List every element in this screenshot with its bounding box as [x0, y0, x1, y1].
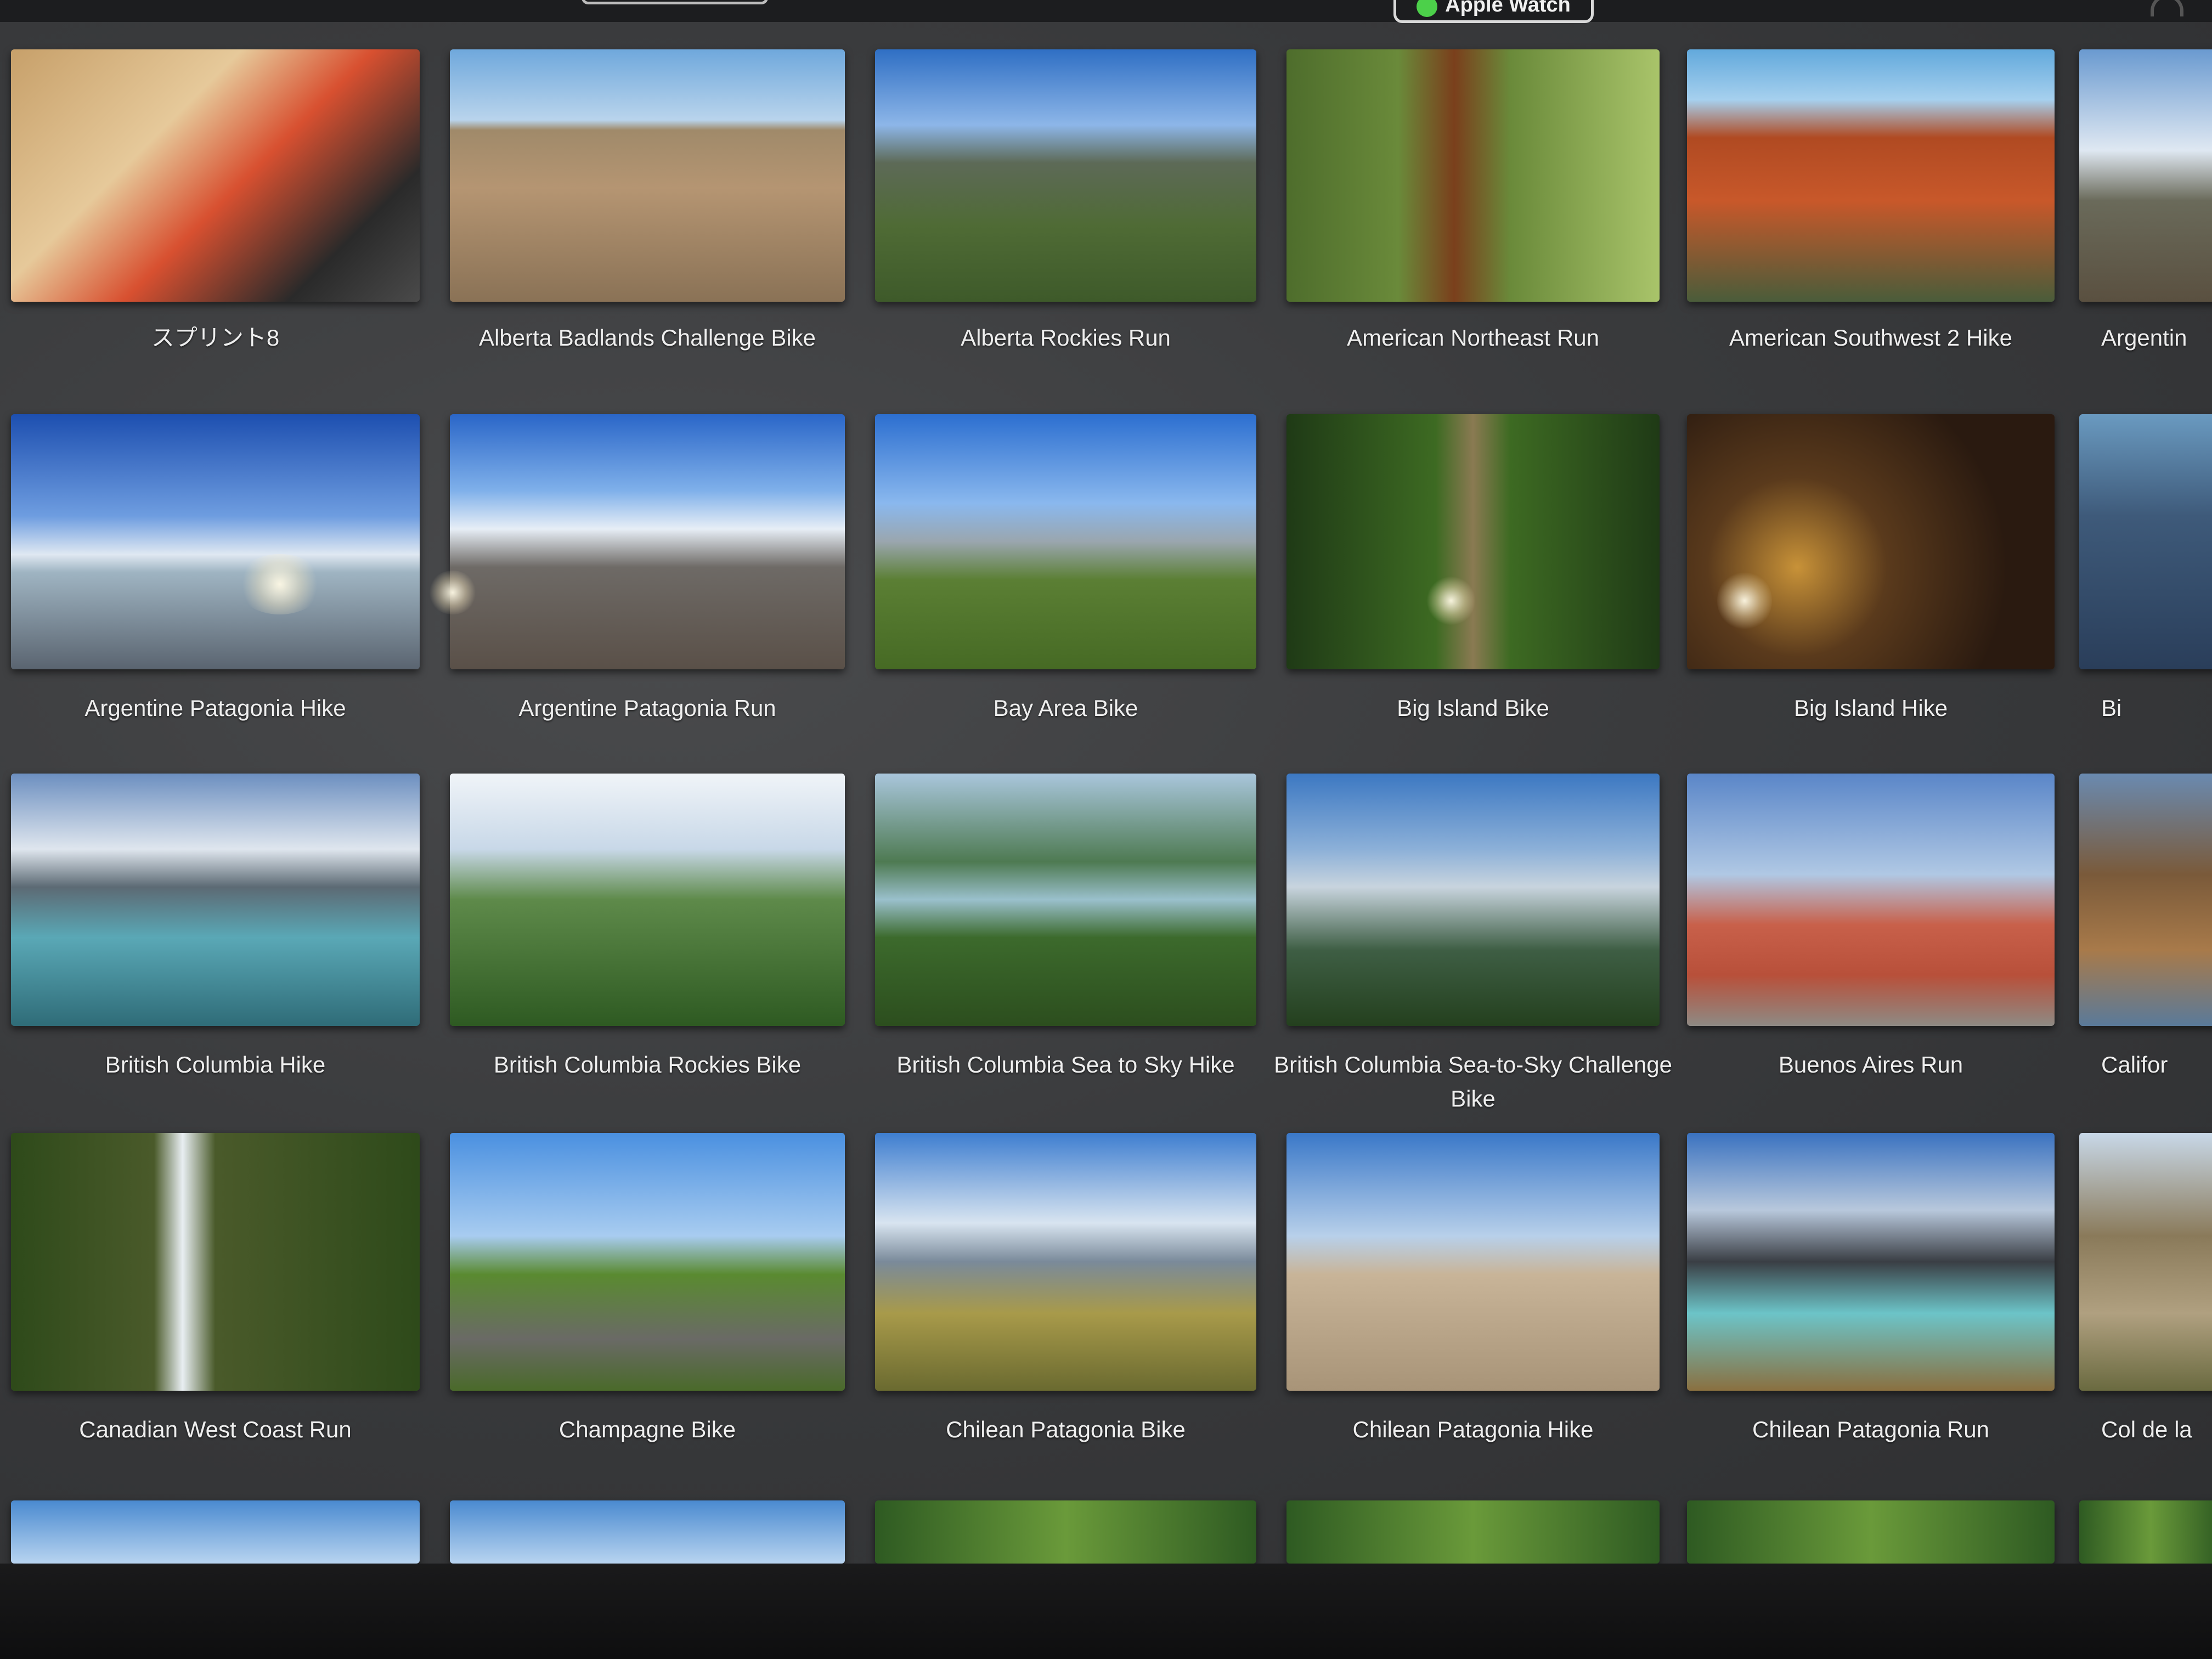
workout-title: Chilean Patagonia Run: [1752, 1417, 1989, 1442]
workout-thumbnail[interactable]: [1286, 1133, 1660, 1391]
workout-thumbnail[interactable]: [875, 774, 1256, 1026]
workout-tile[interactable]: Chilean Patagonia Bike: [875, 1133, 1256, 1489]
workout-tile[interactable]: British Columbia Hike: [11, 774, 420, 1125]
workout-thumbnail[interactable]: [2079, 49, 2212, 302]
workout-thumbnail[interactable]: [1286, 774, 1660, 1026]
workout-title: Alberta Badlands Challenge Bike: [478, 325, 816, 351]
workout-tile[interactable]: Buenos Aires Run: [1687, 774, 2055, 1125]
workout-thumbnail[interactable]: [875, 49, 1256, 302]
workout-title: Buenos Aires Run: [1778, 1052, 1963, 1077]
workout-tile[interactable]: British Columbia Rockies Bike: [450, 774, 845, 1125]
workout-title: British Columbia Sea-to-Sky Challenge Bi…: [1274, 1052, 1672, 1111]
workout-title: Califor: [2101, 1052, 2168, 1077]
workout-thumbnail-partial[interactable]: [11, 1500, 420, 1564]
workout-thumbnail-partial[interactable]: [1286, 1500, 1660, 1564]
workout-tile[interactable]: Alberta Badlands Challenge Bike: [450, 49, 845, 400]
workout-title: British Columbia Rockies Bike: [493, 1052, 802, 1077]
workout-thumbnail[interactable]: [11, 49, 420, 302]
workout-thumbnail[interactable]: [1286, 414, 1660, 669]
workout-title: Bi: [2101, 695, 2122, 721]
workout-thumbnail[interactable]: [11, 1133, 420, 1391]
workout-title: スプリント8: [151, 325, 280, 351]
workout-title: Chilean Patagonia Bike: [946, 1417, 1186, 1442]
workout-thumbnail-partial[interactable]: [875, 1500, 1256, 1564]
workout-thumbnail[interactable]: [1687, 774, 2055, 1026]
workout-tile[interactable]: Canadian West Coast Run: [11, 1133, 420, 1489]
workout-thumbnail[interactable]: [2079, 774, 2212, 1026]
workout-tile[interactable]: Chilean Patagonia Run: [1687, 1133, 2055, 1489]
workout-tile[interactable]: Col de la: [2079, 1133, 2212, 1489]
screen-glare: [1426, 576, 1476, 625]
screen-glare: [236, 554, 324, 614]
workout-title: Col de la: [2101, 1417, 2192, 1442]
workout-title: Alberta Rockies Run: [961, 325, 1171, 351]
workout-thumbnail[interactable]: [450, 774, 845, 1026]
workout-title: Chilean Patagonia Hike: [1352, 1417, 1594, 1442]
workout-tile[interactable]: Califor: [2079, 774, 2212, 1125]
workout-title: Argentine Patagonia Hike: [84, 695, 346, 721]
workout-thumbnail[interactable]: [1687, 49, 2055, 302]
workout-title: Big Island Hike: [1793, 695, 1948, 721]
screen-glare: [1717, 571, 1772, 631]
workout-thumbnail[interactable]: [1286, 49, 1660, 302]
workout-title: British Columbia Hike: [105, 1052, 326, 1077]
screen-bezel: [0, 1564, 2212, 1659]
workout-thumbnail-partial[interactable]: [1687, 1500, 2055, 1564]
workout-tile[interactable]: Argentine Patagonia Hike: [11, 414, 420, 768]
workout-title: Champagne Bike: [558, 1417, 736, 1442]
workout-tile[interactable]: Champagne Bike: [450, 1133, 845, 1489]
workout-grid: スプリント8 Alberta Badlands Challenge Bike Alb…: [0, 0, 2212, 1564]
workout-tile[interactable]: Bay Area Bike: [875, 414, 1256, 768]
workout-tile[interactable]: American Northeast Run: [1286, 49, 1660, 400]
workout-tile[interactable]: Bi: [2079, 414, 2212, 768]
workout-thumbnail[interactable]: [450, 49, 845, 302]
workout-title: Big Island Bike: [1397, 695, 1549, 721]
workout-tile[interactable]: American Southwest 2 Hike: [1687, 49, 2055, 400]
workout-thumbnail[interactable]: [2079, 1133, 2212, 1391]
workout-title: Bay Area Bike: [993, 695, 1138, 721]
workout-thumbnail[interactable]: [11, 414, 420, 669]
workout-title: Canadian West Coast Run: [79, 1417, 352, 1442]
workout-tile[interactable]: Argentine Patagonia Run: [450, 414, 845, 768]
workout-tile[interactable]: British Columbia Sea-to-Sky Challenge Bi…: [1274, 774, 1672, 1125]
workout-thumbnail[interactable]: [2079, 414, 2212, 669]
workout-tile[interactable]: Alberta Rockies Run: [875, 49, 1256, 400]
workout-thumbnail[interactable]: [875, 1133, 1256, 1391]
workout-thumbnail[interactable]: [1687, 1133, 2055, 1391]
screen-glare: [428, 571, 477, 614]
workout-thumbnail[interactable]: [11, 774, 420, 1026]
workout-thumbnail[interactable]: [1687, 414, 2055, 669]
workout-thumbnail[interactable]: [875, 414, 1256, 669]
workout-title: Argentin: [2101, 325, 2187, 351]
workout-title: British Columbia Sea to Sky Hike: [896, 1052, 1235, 1077]
workout-thumbnail-partial[interactable]: [450, 1500, 845, 1564]
workout-thumbnail-partial[interactable]: [2079, 1500, 2212, 1564]
workout-tile[interactable]: スプリント8: [11, 49, 420, 400]
workout-title: American Northeast Run: [1347, 325, 1599, 351]
app-screen: Apple Watch スプリント8 Alberta Badlands Chall…: [0, 0, 2212, 1564]
workout-tile[interactable]: British Columbia Sea to Sky Hike: [875, 774, 1256, 1125]
workout-title: Argentine Patagonia Run: [518, 695, 776, 721]
workout-tile[interactable]: Argentin: [2079, 49, 2212, 400]
workout-thumbnail[interactable]: [450, 414, 845, 669]
workout-tile[interactable]: Chilean Patagonia Hike: [1286, 1133, 1660, 1489]
workout-thumbnail[interactable]: [450, 1133, 845, 1391]
workout-title: American Southwest 2 Hike: [1729, 325, 2012, 351]
